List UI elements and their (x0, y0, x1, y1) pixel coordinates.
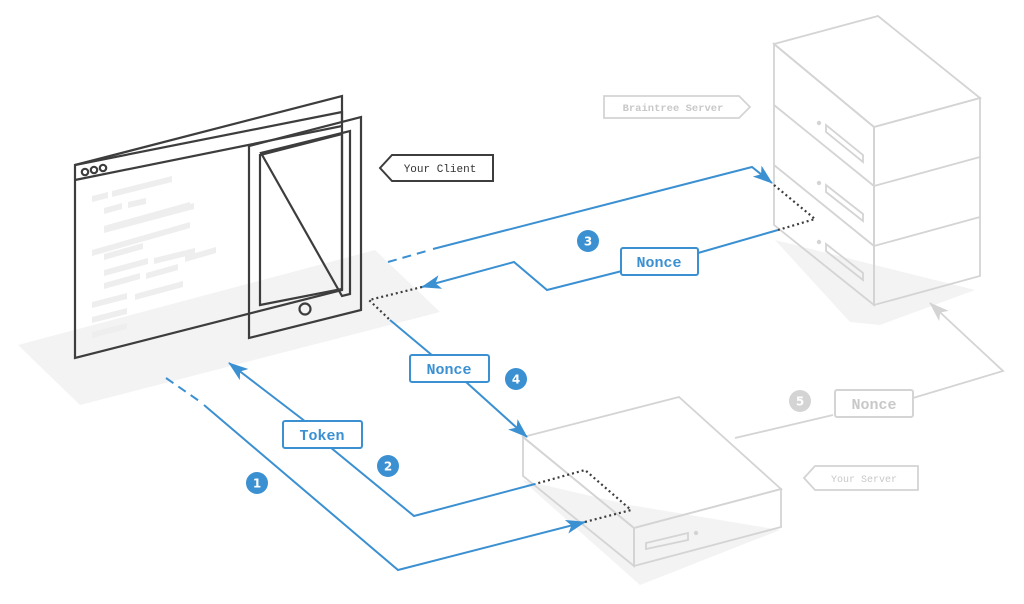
window-dot-icon (89, 165, 99, 175)
nonce-message-label-step-3: Nonce (620, 247, 699, 276)
client-label: Your Client (404, 164, 477, 176)
step-badge-4: 4 (505, 368, 527, 390)
window-dot-icon (98, 163, 108, 173)
step-1-flow (165, 377, 634, 572)
nonce-message-label-step-4: Nonce (409, 354, 490, 383)
rack-drive-slot (825, 123, 864, 164)
step-2-flow (228, 362, 536, 518)
browser-back-frame (74, 94, 344, 167)
server-label-tag[interactable]: Your Server (802, 465, 919, 491)
braintree-label-tag[interactable]: Braintree Server (603, 95, 752, 119)
payment-flow-diagram: Your Client Braintree Server Your Server… (18, 15, 1005, 585)
browser-toolbar-divider (74, 124, 343, 182)
svg-text:Nonce: Nonce (851, 397, 896, 414)
server-led-icon (693, 530, 699, 536)
svg-text:2: 2 (384, 460, 392, 474)
window-dot-icon (80, 167, 90, 177)
client-label-tag[interactable]: Your Client (378, 154, 494, 182)
step-badge-2: 2 (377, 455, 399, 477)
token-message-label: Token (282, 420, 363, 449)
step-badge-5: 5 (789, 390, 811, 412)
client-shadow (18, 250, 440, 405)
nonce-message-label-step-5: Nonce (834, 389, 914, 418)
svg-text:3: 3 (584, 235, 592, 249)
svg-text:Token: Token (299, 428, 344, 445)
server-shadow (522, 480, 780, 585)
rack-led-icon (816, 120, 822, 126)
svg-text:Nonce: Nonce (426, 362, 471, 379)
svg-text:1: 1 (253, 477, 261, 491)
step-badge-1: 1 (246, 472, 268, 494)
rack-drive-slot (825, 183, 864, 223)
svg-text:5: 5 (796, 395, 804, 409)
server-label: Your Server (831, 475, 897, 486)
svg-text:Nonce: Nonce (636, 255, 681, 272)
rack-led-icon (816, 180, 822, 186)
rack-top (772, 15, 982, 128)
rack-led-icon (816, 239, 822, 245)
braintree-shadow (775, 240, 975, 325)
svg-text:4: 4 (512, 373, 520, 387)
step-badge-3: 3 (577, 230, 599, 252)
braintree-label: Braintree Server (623, 103, 724, 115)
